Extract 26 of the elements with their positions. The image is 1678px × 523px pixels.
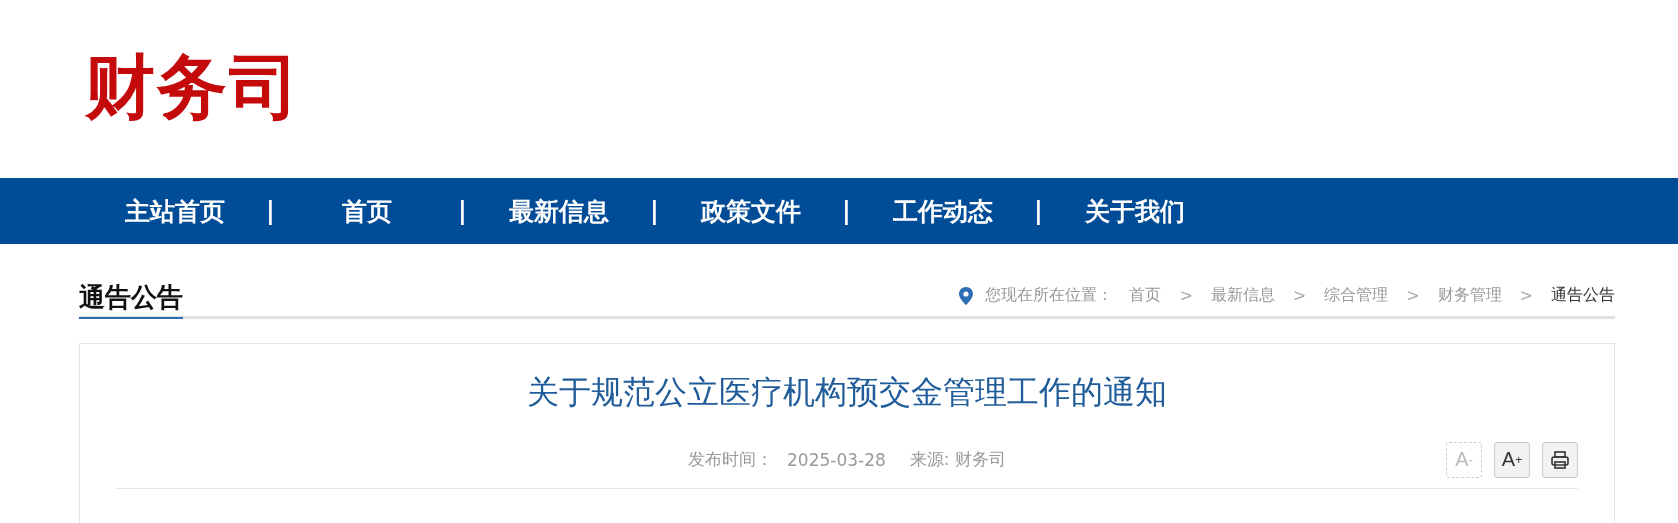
section-title: 通告公告 <box>79 281 183 319</box>
nav-link[interactable]: 关于我们 <box>1057 194 1212 228</box>
breadcrumb-separator: > <box>1519 286 1533 305</box>
nav-separator: | <box>457 197 468 225</box>
date-label: 发布时间： <box>688 448 774 472</box>
breadcrumb-separator: > <box>1179 286 1193 305</box>
article-title: 关于规范公立医疗机构预交金管理工作的通知 <box>526 372 1168 413</box>
location-pin-icon <box>959 286 974 305</box>
site-logo[interactable]: 财务司 <box>85 52 301 122</box>
nav-link[interactable]: 首页 <box>289 194 444 228</box>
nav-link[interactable]: 工作动态 <box>865 194 1020 228</box>
nav-separator: | <box>649 197 660 225</box>
nav-link[interactable]: 最新信息 <box>481 194 636 228</box>
nav-link[interactable]: 政策文件 <box>673 194 828 228</box>
publish-date: 2025-03-28 <box>787 449 886 470</box>
breadcrumb-separator: > <box>1292 286 1307 305</box>
breadcrumb-link[interactable]: 通告公告 <box>1551 285 1615 306</box>
printer-icon <box>1550 449 1570 470</box>
nav-separator: | <box>841 197 852 225</box>
nav-separator: | <box>265 197 276 225</box>
nav-link[interactable]: 主站首页 <box>97 194 252 228</box>
breadcrumb-label: 您现在所在位置： <box>985 285 1114 306</box>
print-button[interactable] <box>1542 441 1578 478</box>
breadcrumb-separator: > <box>1406 286 1420 305</box>
article-source: 来源: 财务司 <box>909 448 1006 472</box>
nav-separator: | <box>1033 197 1044 225</box>
